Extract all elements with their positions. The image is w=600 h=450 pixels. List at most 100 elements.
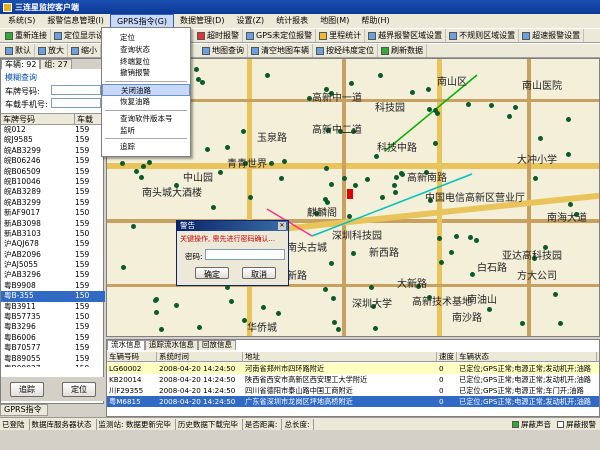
vehicle-dot[interactable] xyxy=(507,114,512,119)
table-row[interactable]: 新AB3098 159 xyxy=(1,219,105,229)
vehicle-dot[interactable] xyxy=(365,177,370,182)
menu-map[interactable]: 地图(M) xyxy=(314,14,355,28)
vehicle-dot[interactable] xyxy=(380,195,385,200)
vehicle-dot[interactable] xyxy=(378,73,383,78)
col-speed[interactable]: 速度 xyxy=(437,352,457,361)
tab-flow-info[interactable]: 流水信息 xyxy=(107,340,145,350)
table-row[interactable]: 皖AB3299 159 xyxy=(1,198,105,208)
table-row[interactable]: LG60002 2008-04-20 14:24:50 河南省郑州市四环路附近 0 已定… xyxy=(107,363,599,374)
table-row[interactable]: 皖B06246 159 xyxy=(1,156,105,166)
table-row[interactable]: 粤B-355 150 xyxy=(1,291,105,302)
locate-display-button[interactable]: 定位显示设 xyxy=(51,29,108,42)
vehicle-dot[interactable] xyxy=(131,224,136,229)
vehicle-dot[interactable] xyxy=(474,238,479,243)
table-row[interactable]: 粤B3911 159 xyxy=(1,302,105,312)
table-row[interactable]: 粤B3296 159 xyxy=(1,322,105,332)
table-row[interactable]: 粤B9908 159 xyxy=(1,281,105,291)
vehicle-dot[interactable] xyxy=(329,182,334,187)
vehicle-dot[interactable] xyxy=(439,260,444,265)
sim-input[interactable] xyxy=(51,98,101,108)
col-vehicle-status[interactable]: 车辆状态 xyxy=(457,352,597,361)
irregular-area-button[interactable]: 不规则区域设置 xyxy=(446,29,520,42)
vehicle-dot[interactable] xyxy=(374,154,379,159)
vehicle-dot[interactable] xyxy=(269,161,274,166)
table-row[interactable]: 皖012 159 xyxy=(1,125,105,135)
vehicle-dot[interactable] xyxy=(394,175,399,180)
vehicle-dot[interactable] xyxy=(454,234,459,239)
vehicle-dot[interactable] xyxy=(433,141,438,146)
selected-vehicle-marker[interactable] xyxy=(347,189,353,199)
menu-gprs-command[interactable]: GPRS指令(G) xyxy=(109,14,175,28)
vehicle-dot[interactable] xyxy=(392,183,397,188)
vehicle-dot[interactable] xyxy=(248,195,253,200)
col-plate[interactable]: 车牌号码 xyxy=(1,114,75,124)
vehicle-dot[interactable] xyxy=(538,136,543,141)
vehicle-dot[interactable] xyxy=(410,90,415,95)
table-row[interactable]: 新AF9017 150 xyxy=(1,208,105,218)
gps-unlocated-alarm-button[interactable]: GPS未定位报警 xyxy=(243,29,317,42)
vehicle-dot[interactable] xyxy=(147,160,152,165)
vehicle-dot[interactable] xyxy=(393,190,398,195)
table-row[interactable]: 沪AB3296 159 xyxy=(1,270,105,280)
timeout-alarm-button[interactable]: 超时报警 xyxy=(194,29,243,42)
vehicle-dot[interactable] xyxy=(533,176,538,181)
plate-input[interactable] xyxy=(51,85,101,95)
vehicle-dot[interactable] xyxy=(134,169,139,174)
vehicle-dot[interactable] xyxy=(218,170,223,175)
table-row[interactable]: 皖B06509 159 xyxy=(1,167,105,177)
vehicle-dot[interactable] xyxy=(174,303,179,308)
tab-track-flow[interactable]: 追踪流水信息 xyxy=(145,340,198,350)
vehicle-dot[interactable] xyxy=(211,205,216,210)
vehicle-dot[interactable] xyxy=(566,152,571,157)
menu-alarm-info[interactable]: 报警信息管理(I) xyxy=(41,14,110,28)
vehicle-dot[interactable] xyxy=(279,176,284,181)
table-row[interactable]: 沪AJ5055 159 xyxy=(1,260,105,270)
vehicle-dot[interactable] xyxy=(568,202,573,207)
vehicle-dot[interactable] xyxy=(261,305,266,310)
menu-settings[interactable]: 设置(Z) xyxy=(230,14,270,28)
vehicle-dot[interactable] xyxy=(426,87,431,92)
table-row[interactable]: 川F29355 2008-04-20 14:24:50 四川省德阳市泰山路中国工商附… xyxy=(107,385,599,396)
vehicle-dot[interactable] xyxy=(323,197,328,202)
locate-button[interactable]: 定位 xyxy=(62,381,96,397)
menu-item-track[interactable]: 追踪 xyxy=(102,141,190,153)
block-alarm-checkbox[interactable]: 屏蔽报警 xyxy=(557,419,596,430)
table-row[interactable]: 粤B00027159 xyxy=(1,364,105,367)
menu-item-cancel-alarm[interactable]: 撤销报警 xyxy=(102,67,190,79)
vehicle-dot[interactable] xyxy=(470,272,475,277)
vehicle-dot[interactable] xyxy=(487,307,492,312)
tab-groups[interactable]: 组: 27 xyxy=(40,59,72,69)
mute-sound-checkbox[interactable]: 屏蔽声音 xyxy=(512,419,551,430)
boundary-alarm-button[interactable]: 越界报警区域设置 xyxy=(365,29,447,42)
table-row[interactable]: 新AB3103 150 xyxy=(1,229,105,239)
table-row[interactable]: 粤B6006 159 xyxy=(1,333,105,343)
mileage-stats-button[interactable]: 里程统计 xyxy=(316,29,366,42)
tab-vehicles[interactable]: 车辆: 92 xyxy=(1,59,41,69)
vehicle-dot[interactable] xyxy=(241,129,246,134)
vehicle-dot[interactable] xyxy=(553,292,558,297)
vehicle-dot[interactable] xyxy=(120,161,125,166)
vehicle-dot[interactable] xyxy=(353,183,358,188)
menu-reports[interactable]: 统计报表 xyxy=(270,14,314,28)
reconnect-button[interactable]: 重新连接 xyxy=(2,29,51,42)
menu-item-listen[interactable]: 监听 xyxy=(102,125,190,137)
table-row[interactable]: 皖AB3299 159 xyxy=(1,146,105,156)
table-row[interactable]: 皖AB3289 159 xyxy=(1,187,105,197)
menu-item-close-oil[interactable]: 关闭油路 xyxy=(102,84,190,96)
map-query-button[interactable]: 地图查询 xyxy=(199,44,248,57)
clear-vehicles-button[interactable]: 清空地图车辆 xyxy=(248,44,313,57)
vehicle-dot[interactable] xyxy=(229,299,234,304)
latlng-locate-button[interactable]: 按经纬度定位 xyxy=(313,44,378,57)
vehicle-dot[interactable] xyxy=(276,311,281,316)
vehicle-dot[interactable] xyxy=(265,73,270,78)
close-icon[interactable]: ✕ xyxy=(278,222,286,230)
table-row[interactable]: 沪AQJ678 159 xyxy=(1,239,105,249)
menu-item-query-version[interactable]: 查询软件版本号 xyxy=(102,113,190,125)
table-row[interactable]: 粤B89055 159 xyxy=(1,354,105,364)
vehicle-dot[interactable] xyxy=(349,81,354,86)
table-row[interactable]: 皖B10046 159 xyxy=(1,177,105,187)
vehicle-dot[interactable] xyxy=(332,320,337,325)
col-vehicle-no[interactable]: 车辆号码 xyxy=(107,352,157,361)
cancel-button[interactable]: 取消 xyxy=(242,267,276,279)
vehicle-dot[interactable] xyxy=(139,175,144,180)
